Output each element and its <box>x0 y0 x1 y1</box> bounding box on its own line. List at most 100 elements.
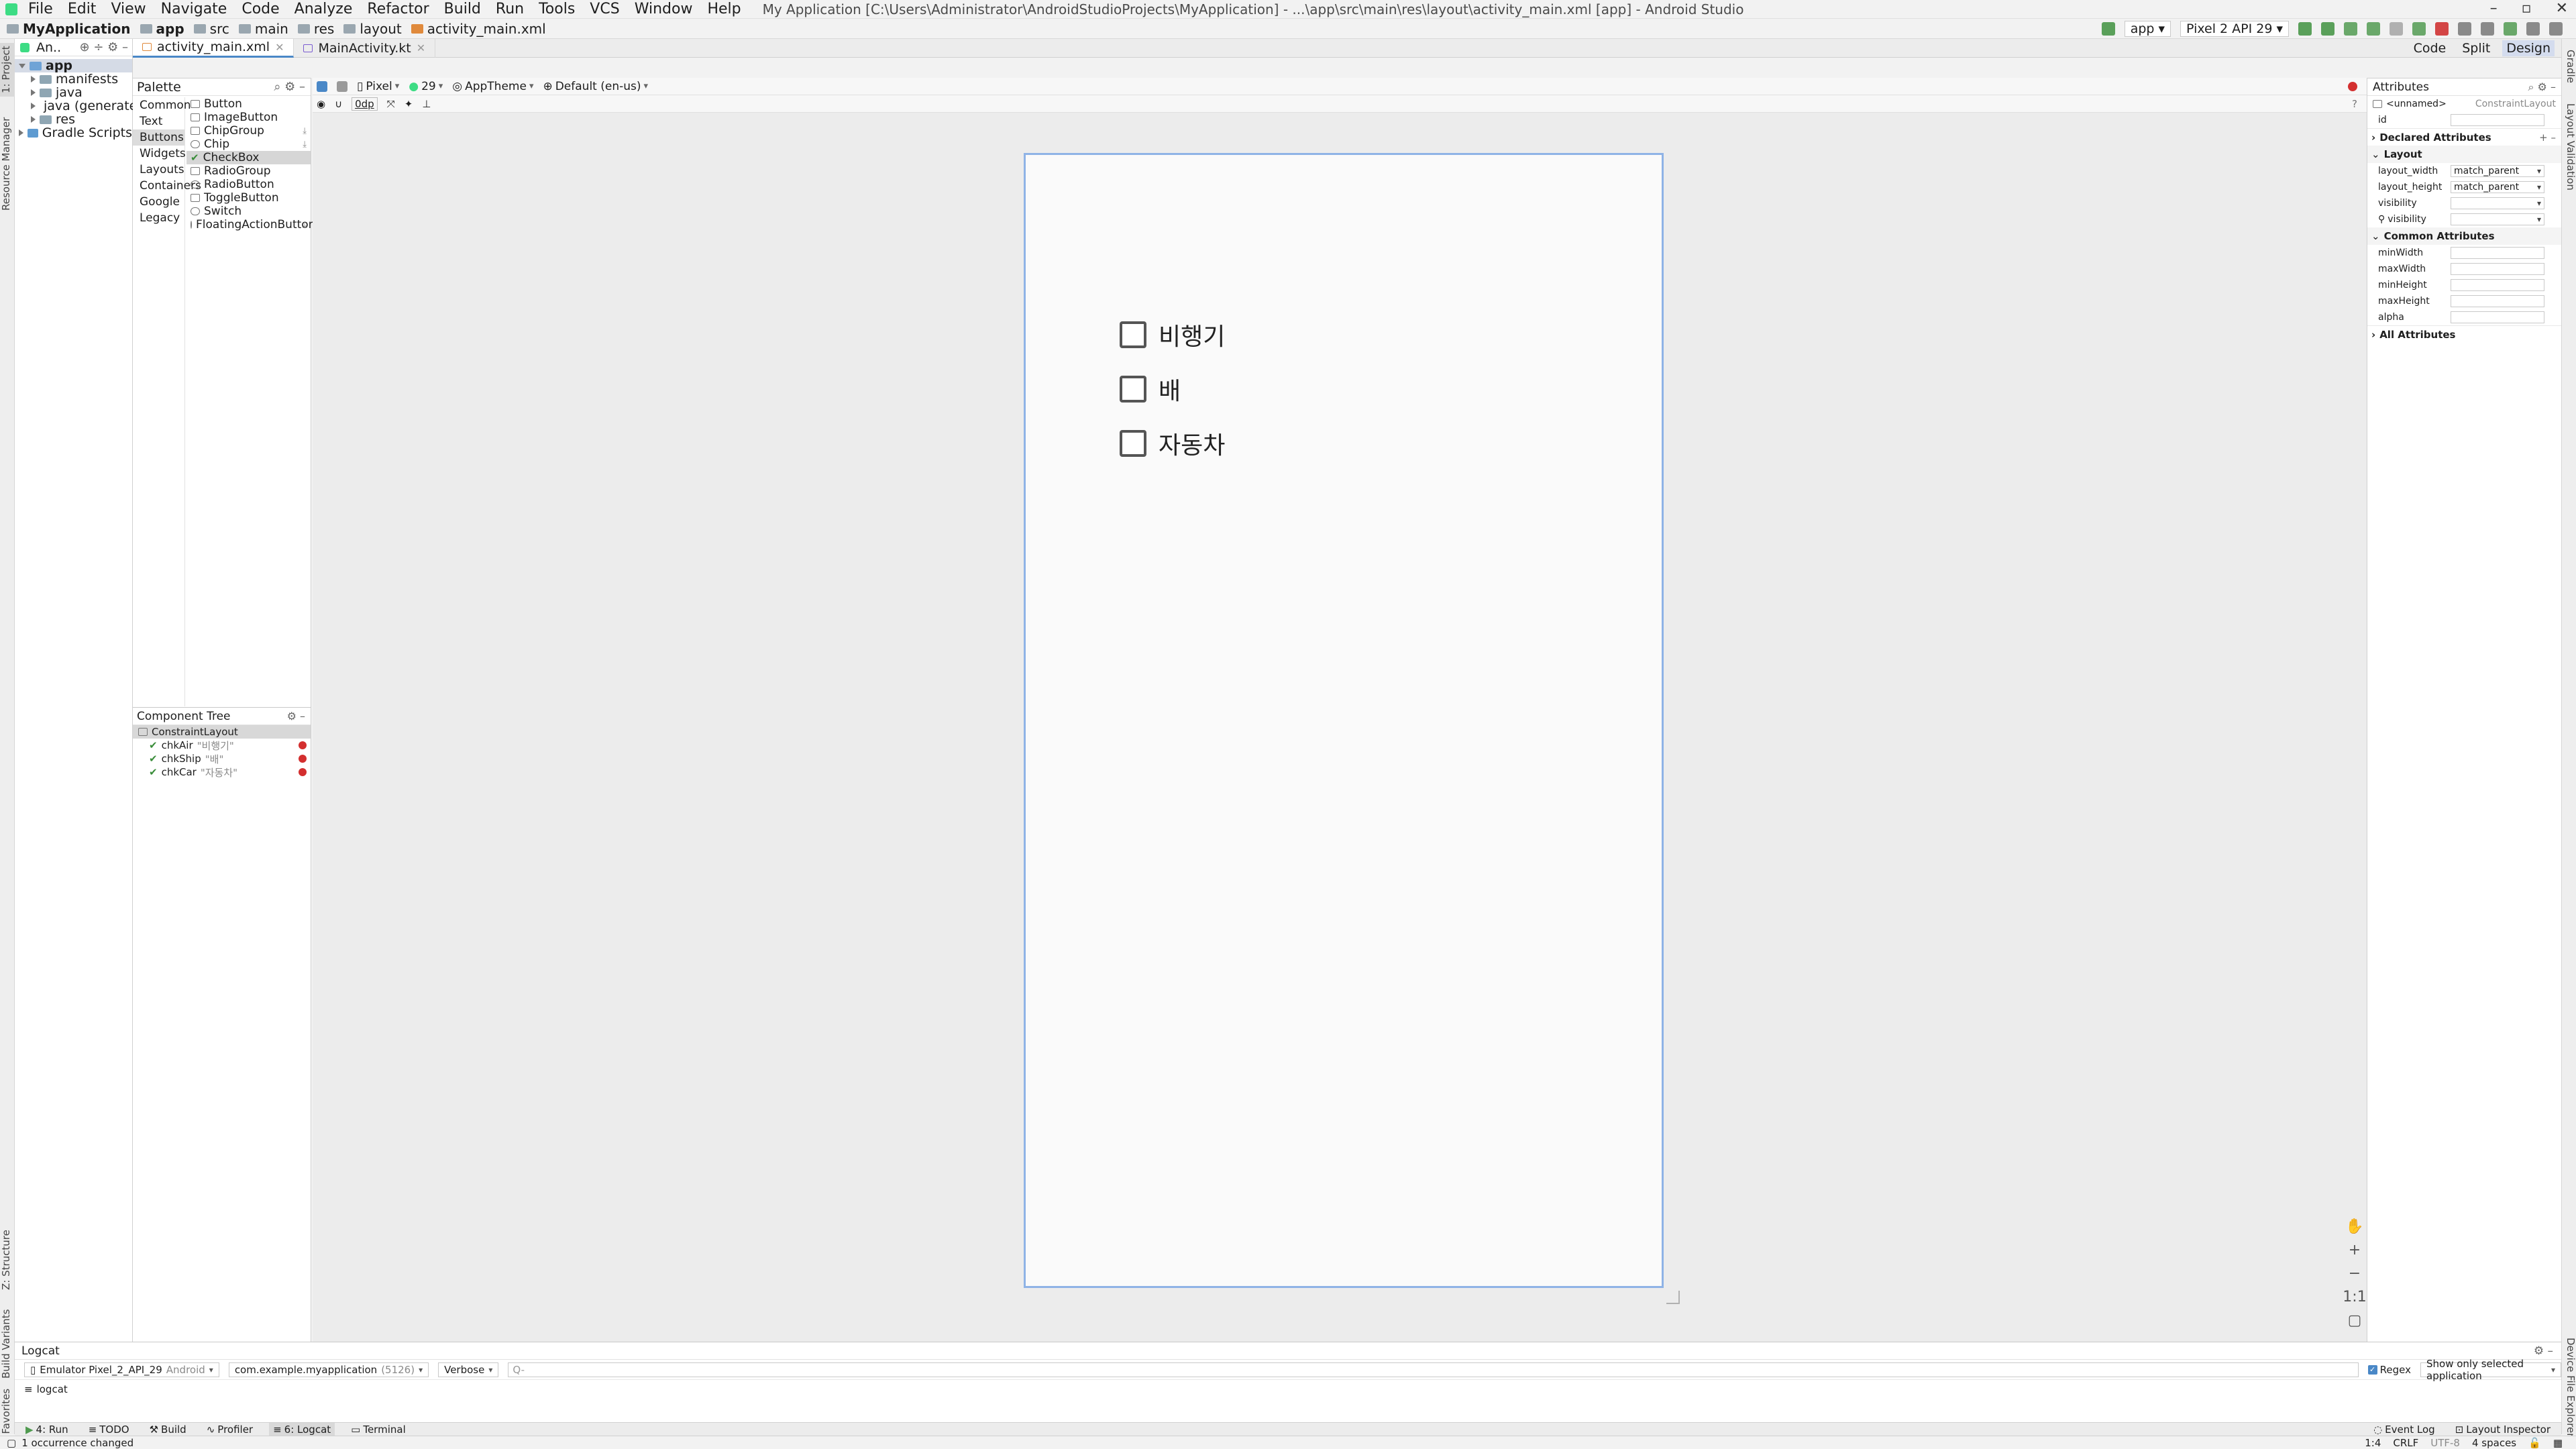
palette-item-radiobutton[interactable]: RadioButton <box>186 178 311 191</box>
code-mode-button[interactable]: Code <box>2410 40 2451 56</box>
tree-node-java[interactable]: java <box>15 85 132 100</box>
resize-handle[interactable] <box>1666 1291 1680 1304</box>
sync-gradle-icon[interactable] <box>2458 22 2471 36</box>
palette-item-chipgroup[interactable]: ChipGroup ⤓ <box>186 124 311 138</box>
tab-activity-main-xml[interactable]: activity_main.xml ✕ <box>133 38 294 58</box>
id-input[interactable] <box>2451 114 2544 126</box>
tree-node-gradle-scripts[interactable]: Gradle Scripts <box>15 125 132 140</box>
blueprint-icon[interactable] <box>337 80 347 92</box>
design-surface-icon[interactable] <box>317 80 327 92</box>
indent-setting[interactable]: 4 spaces <box>2472 1437 2516 1449</box>
theme-select[interactable]: ◎ AppTheme <box>452 80 533 93</box>
profile-icon[interactable] <box>2390 22 2403 36</box>
menu-vcs[interactable]: VCS <box>590 1 619 17</box>
stop-icon[interactable] <box>2435 22 2449 36</box>
layout-height-select[interactable]: match_parent <box>2451 181 2544 193</box>
split-mode-button[interactable]: Split <box>2458 40 2494 56</box>
palette-item-togglebutton[interactable]: ToggleButton <box>186 191 311 205</box>
close-tab-icon[interactable]: ✕ <box>417 42 425 54</box>
layout-inspector-icon[interactable] <box>2526 22 2540 36</box>
tree-node-chkair[interactable]: ✔ chkAir "비행기" <box>133 739 311 752</box>
checkbox-box[interactable] <box>1120 376 1146 402</box>
error-indicator-icon[interactable] <box>2348 81 2357 91</box>
memory-indicator-icon[interactable]: ▦ <box>2553 1437 2563 1449</box>
zoom-fit-icon[interactable]: ▢ <box>2348 1312 2362 1329</box>
attributes-actions-icon[interactable]: ⌕ ⚙ – <box>2528 80 2556 94</box>
palette-item-chip[interactable]: Chip ⤓ <box>186 138 311 151</box>
design-mode-button[interactable]: Design <box>2502 40 2555 56</box>
minheight-input[interactable] <box>2451 279 2544 291</box>
layout-inspector-tab[interactable]: ⊡ Layout Inspector <box>2451 1423 2555 1436</box>
build-variants-tab[interactable]: Build Variants <box>0 1307 15 1381</box>
sdk-manager-icon[interactable] <box>2504 22 2517 36</box>
expand-arrow-icon[interactable] <box>31 103 36 109</box>
declared-attributes-section[interactable]: › Declared Attributes + – <box>2367 128 2561 146</box>
run-config-select[interactable]: app ▾ <box>2124 21 2171 37</box>
menu-analyze[interactable]: Analyze <box>294 1 353 17</box>
terminal-tool-tab[interactable]: ▭ Terminal <box>347 1423 410 1436</box>
gradle-tab[interactable]: Gradle <box>2562 43 2576 90</box>
maxwidth-input[interactable] <box>2451 263 2544 275</box>
checkbox-chkship[interactable]: 배 <box>1120 372 1181 407</box>
line-separator[interactable]: CRLF <box>2393 1437 2418 1449</box>
project-view-select[interactable]: An.. <box>36 40 61 55</box>
menu-window[interactable]: Window <box>635 1 693 17</box>
palette-item-switch[interactable]: Switch <box>186 205 311 218</box>
infer-constraints-icon[interactable]: ✦ <box>405 98 413 110</box>
close-icon[interactable]: ✕ <box>2556 0 2568 19</box>
build-tool-tab[interactable]: ⚒ Build <box>146 1423 191 1436</box>
run-tool-tab[interactable]: ▶ 4: Run <box>21 1423 72 1436</box>
minwidth-input[interactable] <box>2451 247 2544 259</box>
error-icon[interactable] <box>299 755 307 763</box>
resource-manager-tab[interactable]: Resource Manager <box>0 103 15 224</box>
regex-checkbox[interactable]: ✓ Regex <box>2367 1364 2411 1376</box>
palette-item-button[interactable]: Button <box>186 97 311 111</box>
tree-node-constraintlayout[interactable]: ConstraintLayout <box>133 725 311 739</box>
add-remove-icon[interactable]: + – <box>2539 131 2556 144</box>
device-file-explorer-tab[interactable]: Device File Explorer <box>2562 1334 2576 1441</box>
palette-category-text[interactable]: Text <box>133 113 184 129</box>
palette-item-fab[interactable]: FloatingActionButton ⤓ <box>186 218 315 231</box>
run-icon[interactable] <box>2344 22 2357 36</box>
panel-actions-icon[interactable]: ⊕ ÷ ⚙ – <box>80 40 128 54</box>
menu-run[interactable]: Run <box>496 1 524 17</box>
debug-icon[interactable] <box>2367 22 2380 36</box>
checkbox-chkair[interactable]: 비행기 <box>1120 317 1225 352</box>
tree-node-manifests[interactable]: manifests <box>15 72 132 87</box>
tree-node-app[interactable]: app <box>15 58 132 73</box>
expand-arrow-icon[interactable] <box>19 129 23 136</box>
error-icon[interactable] <box>299 741 307 749</box>
menu-build[interactable]: Build <box>444 1 481 17</box>
lock-icon[interactable]: 🔓 <box>2528 1437 2541 1449</box>
file-encoding[interactable]: UTF-8 <box>2430 1437 2460 1449</box>
checkbox-box[interactable] <box>1120 430 1146 457</box>
error-icon[interactable] <box>299 768 307 776</box>
tools-visibility-select[interactable] <box>2451 213 2544 225</box>
caret-position[interactable]: 1:4 <box>2365 1437 2381 1449</box>
apply-changes-icon[interactable] <box>2321 22 2334 36</box>
status-icon[interactable]: ▢ <box>7 1437 16 1449</box>
menu-navigate[interactable]: Navigate <box>161 1 227 17</box>
menu-view[interactable]: View <box>111 1 146 17</box>
logcat-level-select[interactable]: Verbose <box>438 1362 499 1377</box>
menu-edit[interactable]: Edit <box>68 1 97 17</box>
palette-category-widgets[interactable]: Widgets <box>133 146 186 162</box>
zoom-in-icon[interactable]: + <box>2349 1242 2361 1258</box>
profiler-tool-tab[interactable]: ∿ Profiler <box>203 1423 257 1436</box>
default-margin-select[interactable]: 0dp <box>352 97 378 111</box>
magnet-icon[interactable]: ∪ <box>335 98 342 110</box>
pan-icon[interactable]: ✋ <box>2345 1218 2363 1235</box>
expand-arrow-icon[interactable] <box>19 63 25 68</box>
palette-category-common[interactable]: Common <box>133 97 191 113</box>
close-tab-icon[interactable]: ✕ <box>275 41 284 54</box>
zoom-out-icon[interactable]: − <box>2349 1265 2361 1282</box>
breadcrumb-project[interactable]: MyApplication <box>7 21 131 37</box>
search-everywhere-icon[interactable] <box>2549 22 2563 36</box>
all-attributes-section[interactable]: › All Attributes <box>2367 325 2561 343</box>
project-tool-tab[interactable]: 1: Project <box>0 43 15 97</box>
logcat-device-select[interactable]: ▯ Emulator Pixel_2_API_29 Android <box>24 1362 219 1377</box>
menu-file[interactable]: File <box>28 1 53 17</box>
help-icon[interactable]: ? <box>2352 98 2357 110</box>
zoom-actual-icon[interactable]: 1:1 <box>2343 1289 2366 1305</box>
breadcrumb-file[interactable]: activity_main.xml <box>411 21 546 37</box>
